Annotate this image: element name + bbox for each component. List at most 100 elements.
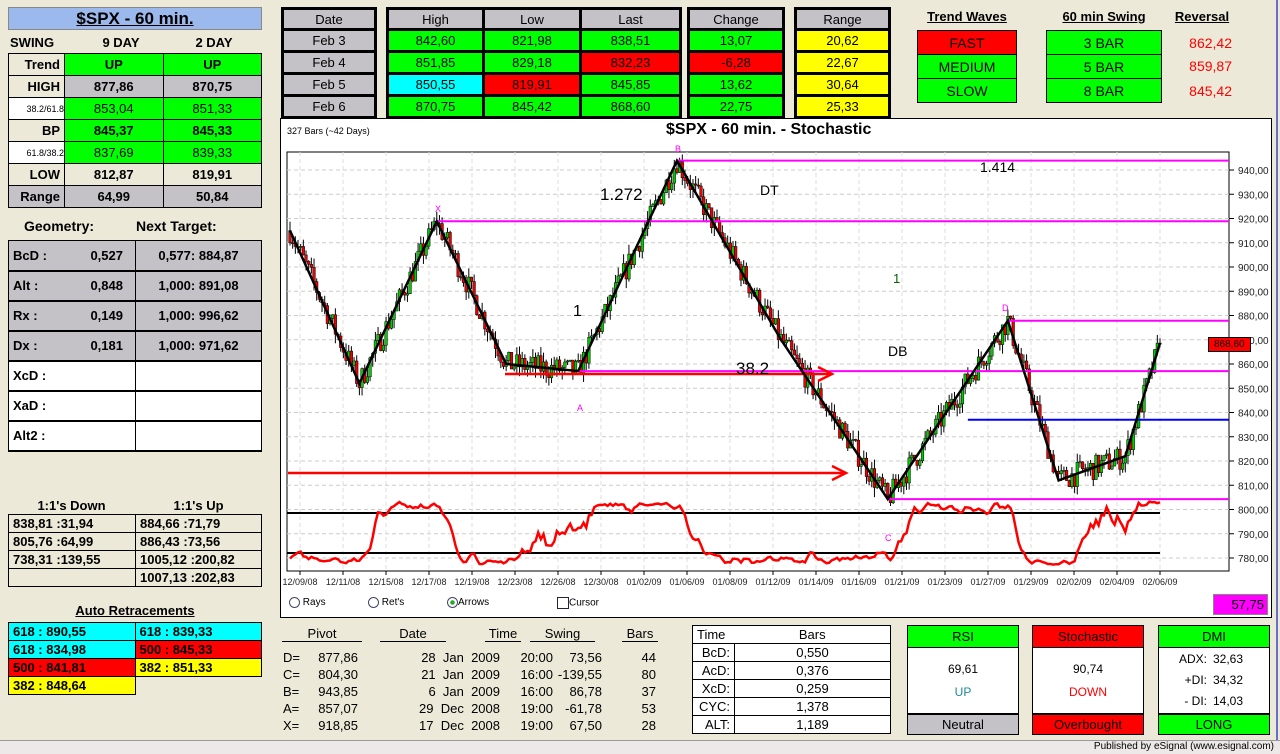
cursor-checkbox[interactable]: Cursor: [557, 597, 599, 609]
one-down-cell: 805,76 :64,99: [8, 532, 136, 551]
cell: 64,99: [64, 185, 164, 208]
cell: 870,75: [162, 75, 262, 98]
daily-cell: 845,85: [579, 72, 682, 97]
candle: [1097, 454, 1101, 473]
candle: [886, 483, 890, 496]
trend-waves-table: FAST MEDIUM SLOW: [917, 30, 1017, 103]
candle: [715, 217, 719, 221]
radio-label: Arrows: [458, 597, 490, 609]
cell: 845,33: [162, 119, 262, 142]
pivot-cell: D=: [283, 650, 300, 665]
geometry-label: BcD :: [8, 240, 72, 271]
candle: [301, 246, 305, 256]
swing-3bar: 3 BAR: [1046, 30, 1162, 55]
candle: [984, 363, 989, 366]
footer-credit: Published by eSignal (www.esignal.com): [1093, 741, 1274, 752]
candle: [1105, 453, 1109, 456]
mdi-label: - DI:: [1184, 694, 1207, 708]
reversal-slow: 845,42: [1189, 83, 1232, 99]
row-label: HIGH: [8, 75, 65, 98]
radio-icon: [289, 597, 300, 608]
radio-rets[interactable]: Ret's: [368, 597, 404, 608]
geometry-label: Dx :: [8, 330, 72, 361]
radio-icon: [368, 597, 379, 608]
x-tick-label: 12/23/08: [497, 577, 532, 587]
rsi-status: Neutral: [908, 713, 1018, 734]
pivot-cell: B=: [283, 684, 300, 699]
candle: [307, 261, 311, 265]
pivot-cell: A=: [283, 701, 300, 716]
one-up-cell: 1005,12 :200,82: [135, 550, 262, 569]
stochastic-box: Stochastic 90,74 DOWN Overbought: [1032, 625, 1144, 735]
geometry-label: XcD :: [8, 360, 72, 391]
radio-rays[interactable]: Rays: [289, 597, 326, 608]
header-low: Low: [482, 7, 583, 31]
retr-cell: 618 : 890,55: [8, 622, 136, 641]
candle: [800, 363, 804, 369]
pivot-cell: 21 Jan 2009: [421, 667, 500, 682]
geometry-label: Alt :: [8, 270, 72, 301]
x-tick-label: 12/26/08: [540, 577, 575, 587]
x-tick-label: 01/21/09: [884, 577, 919, 587]
pivot-cell: 943,85: [318, 684, 358, 699]
y-tick-label: 850,00: [1238, 384, 1269, 395]
one-up-cell: 886,43 :73,56: [135, 532, 262, 551]
window-edge: [1276, 0, 1278, 740]
candle: [576, 360, 580, 362]
tb-value: 1,189: [734, 715, 891, 734]
daily-cell: 13,07: [687, 28, 785, 53]
candle: [563, 361, 567, 368]
checkbox-label: Cursor: [569, 597, 600, 609]
chart-panel[interactable]: 940,00 930,00 920,00 910,00 900,00 890,00 880,…: [280, 118, 1272, 618]
x-tick-label: 12/30/08: [583, 577, 618, 587]
geometry-row: XaD :: [8, 390, 262, 421]
geometry-value: 0,527: [71, 240, 136, 271]
auto-retracements-title: Auto Retracements: [75, 603, 195, 618]
retr-cell: 618 : 839,33: [134, 622, 262, 641]
tb-label: CYC:: [692, 697, 735, 716]
last-price-badge: 868,60: [1208, 337, 1251, 352]
candle: [445, 232, 450, 239]
candle: [523, 358, 527, 370]
tb-label: ALT:: [692, 715, 735, 734]
x-tick-label: 12/09/08: [282, 577, 317, 587]
y-tick-label: 830,00: [1238, 433, 1269, 444]
x-tick-label: 01/29/09: [1013, 577, 1048, 587]
cell: UP: [162, 53, 262, 76]
candle: [381, 344, 385, 351]
ones-table: 838,81 :31,94 884,66 :71,79 805,76 :64,99 8…: [8, 514, 262, 587]
x-tick-label: 01/08/09: [712, 577, 747, 587]
retr-cell: 500 : 841,81: [8, 658, 136, 677]
candle: [851, 439, 855, 441]
candle: [469, 276, 474, 282]
candle: [1115, 448, 1119, 459]
pivot-cell: -61,78: [565, 701, 602, 716]
fib-1414-label: 1.414: [980, 159, 1015, 175]
candle: [694, 183, 698, 186]
candle: [976, 356, 981, 381]
geometry-target: [135, 390, 262, 421]
daily-cell: 22,75: [687, 94, 785, 119]
retracements-table: 618 : 890,55 618 : 839,33 618 : 834,98 500…: [8, 622, 262, 695]
geometry-row: Alt :0,848 1,000: 891,08: [8, 270, 262, 301]
candle: [531, 357, 535, 363]
radio-arrows[interactable]: Arrows: [447, 597, 489, 608]
candle: [670, 182, 674, 191]
daily-table-change: Change 13,07 -6,28 13,62 22,75: [687, 7, 785, 119]
empty-cell: [135, 677, 262, 695]
retr-cell: 618 : 834,98: [8, 640, 136, 659]
geometry-row: Rx :0,149 1,000: 996,62: [8, 300, 262, 331]
geometry-row: Dx :0,181 1,000: 971,62: [8, 330, 262, 361]
candle: [331, 314, 335, 319]
header-range: Range: [794, 7, 891, 31]
y-tick-label: 890,00: [1238, 287, 1269, 298]
candle: [365, 376, 369, 383]
candle: [904, 476, 909, 484]
tb-value: 1,378: [734, 697, 891, 716]
pivot-cell: 28 Jan 2009: [421, 650, 500, 665]
checkbox-icon: [557, 597, 569, 609]
candle: [507, 352, 511, 361]
cell: 845,37: [64, 119, 164, 142]
candle: [547, 374, 551, 379]
price-chart[interactable]: 940,00 930,00 920,00 910,00 900,00 890,00 880,…: [281, 119, 1271, 617]
